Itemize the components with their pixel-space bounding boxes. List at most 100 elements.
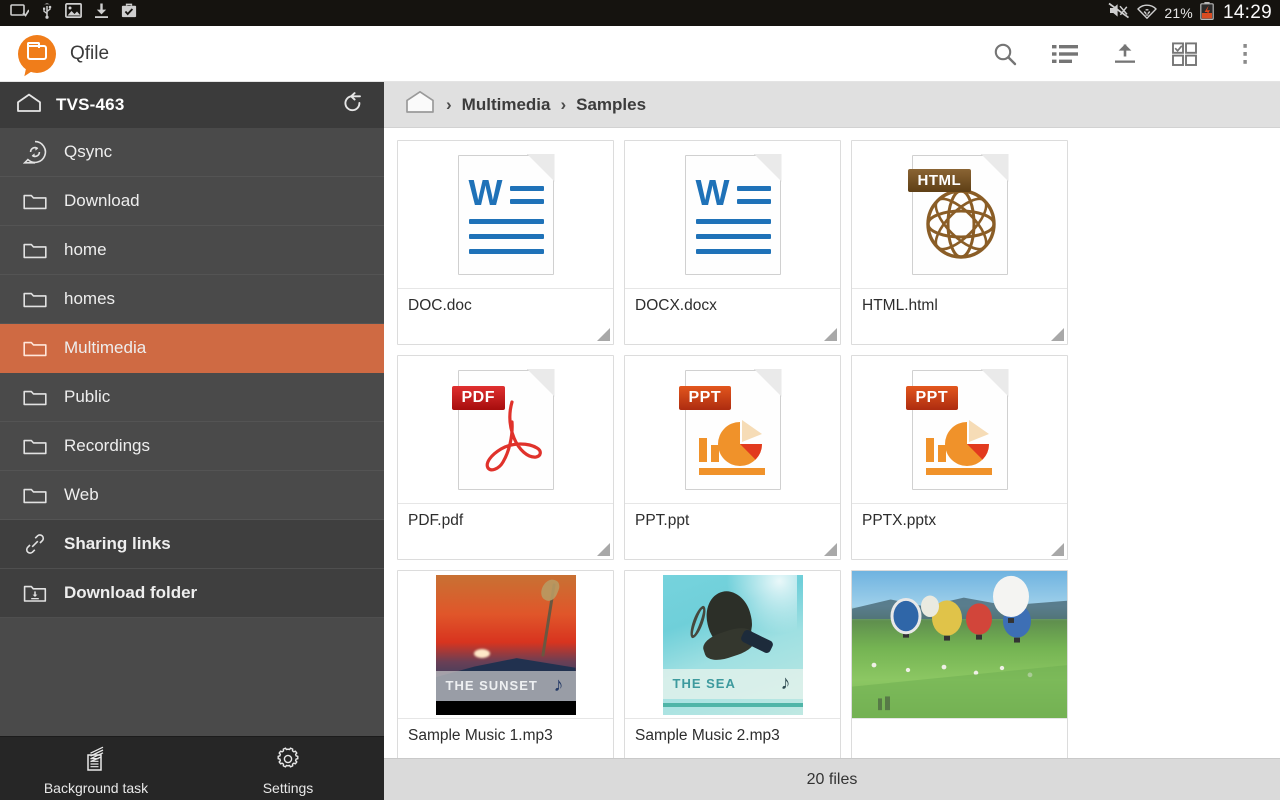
word-file-icon: W <box>457 153 555 275</box>
folder-icon <box>22 335 48 361</box>
wifi-icon <box>1137 2 1158 24</box>
pdf-badge-label: PDF <box>451 385 505 410</box>
sidebar-item-recordings[interactable]: Recordings <box>0 422 384 471</box>
file-card[interactable]: THE SEA ♪ Sample Music 2.mp3 <box>624 570 841 758</box>
usb-icon <box>41 2 53 24</box>
sidebar-item-label: home <box>64 240 107 259</box>
file-detail-corner-handle[interactable] <box>1051 543 1064 556</box>
overflow-menu-icon[interactable] <box>1230 39 1260 69</box>
link-icon <box>22 531 48 557</box>
powerpoint-file-icon: PPT <box>678 368 782 490</box>
folder-icon <box>22 482 48 508</box>
briefcase-check-icon <box>121 3 137 23</box>
breadcrumb-separator: › <box>446 94 452 114</box>
search-icon[interactable] <box>990 39 1020 69</box>
file-detail-corner-handle[interactable] <box>1051 328 1064 341</box>
sidebar-item-home[interactable]: home <box>0 226 384 275</box>
file-detail-corner-handle[interactable] <box>824 543 837 556</box>
file-name-label: DOCX.docx <box>625 288 840 344</box>
file-thumbnail: PPT <box>852 356 1067 503</box>
breadcrumb-item-samples[interactable]: Samples <box>576 95 646 115</box>
sidebar-header-left: TVS-463 <box>16 93 125 118</box>
breadcrumb-item-multimedia[interactable]: Multimedia <box>462 95 551 115</box>
logout-icon[interactable] <box>340 91 368 119</box>
status-bar-right-icons: 21% 14:29 <box>1108 1 1272 25</box>
app-title: Qfile <box>70 42 110 64</box>
sidebar-item-label: Qsync <box>64 142 113 161</box>
file-browser-content: › Multimedia › Samples W DOC.doc W DOCX.… <box>384 82 1280 800</box>
folder-icon <box>22 188 48 214</box>
file-card[interactable]: W DOCX.docx <box>624 140 841 345</box>
qfile-logo-icon <box>18 34 56 78</box>
file-detail-corner-handle[interactable] <box>824 328 837 341</box>
file-count-label: 20 files <box>806 770 858 788</box>
app-body: TVS-463 Qsync Download home homes Multim… <box>0 82 1280 800</box>
file-name-label: PPTX.pptx <box>852 503 1067 559</box>
background-task-button[interactable]: Background task <box>0 737 192 800</box>
sidebar-item-sharing-links[interactable]: Sharing links <box>0 520 384 569</box>
file-card[interactable]: THE SUNSET ♪ Sample Music 1.mp3 <box>397 570 614 758</box>
sidebar-item-label: Public <box>64 387 111 406</box>
settings-label: Settings <box>262 779 314 796</box>
sidebar-item-download-folder[interactable]: Download folder <box>0 569 384 618</box>
file-detail-corner-handle[interactable] <box>597 543 610 556</box>
file-thumbnail: W <box>398 141 613 288</box>
powerpoint-file-icon: PPT <box>905 368 1009 490</box>
navigation-sidebar: TVS-463 Qsync Download home homes Multim… <box>0 82 384 800</box>
folder-icon <box>22 433 48 459</box>
ppt-badge-label: PPT <box>678 385 732 410</box>
html-badge-label: HTML <box>907 168 972 192</box>
folder-download-icon <box>22 580 48 606</box>
sidebar-item-multimedia[interactable]: Multimedia <box>0 324 384 373</box>
home-icon[interactable] <box>404 90 436 119</box>
settings-button[interactable]: Settings <box>192 737 384 800</box>
android-status-bar: 21% 14:29 <box>0 0 1280 26</box>
sidebar-item-label: Download <box>64 191 140 210</box>
sidebar-item-download[interactable]: Download <box>0 177 384 226</box>
music-note-icon: ♪ <box>780 672 791 694</box>
album-title-label: THE SUNSET <box>445 678 538 693</box>
home-icon <box>16 93 42 118</box>
file-thumbnail: PPT <box>625 356 840 503</box>
multi-select-icon[interactable] <box>1170 39 1200 69</box>
list-view-icon[interactable] <box>1050 39 1080 69</box>
sidebar-bottom-bar: Background task Settings <box>0 736 384 800</box>
html-file-icon: HTML <box>907 153 1009 275</box>
file-card[interactable]: PPT PPTX.pptx <box>851 355 1068 560</box>
sidebar-item-web[interactable]: Web <box>0 471 384 520</box>
file-detail-corner-handle[interactable] <box>597 328 610 341</box>
file-card[interactable]: PDF PDF.pdf <box>397 355 614 560</box>
sidebar-item-public[interactable]: Public <box>0 373 384 422</box>
sidebar-item-homes[interactable]: homes <box>0 275 384 324</box>
file-card[interactable]: W DOC.doc <box>397 140 614 345</box>
app-brand: Qfile <box>18 34 110 78</box>
status-bar-left-icons <box>10 2 137 24</box>
album-title-label: THE SEA <box>672 676 736 691</box>
folder-icon <box>22 286 48 312</box>
file-card[interactable]: PPT PPT.ppt <box>624 355 841 560</box>
qfile-app-window: 21% 14:29 Qfile TVS-463 Qsync Download h… <box>0 0 1280 800</box>
app-action-bar: Qfile <box>0 26 1280 82</box>
sidebar-item-label: Multimedia <box>64 338 147 357</box>
gear-icon <box>275 746 301 775</box>
file-grid-scroll-area[interactable]: W DOC.doc W DOCX.docx HTML HTML.html PDF… <box>384 128 1280 758</box>
file-card[interactable] <box>851 570 1068 758</box>
breadcrumb: › Multimedia › Samples <box>384 82 1280 128</box>
upload-icon[interactable] <box>1110 39 1140 69</box>
sidebar-item-label: Sharing links <box>64 534 171 553</box>
download-icon <box>94 3 109 24</box>
file-thumbnail: W <box>625 141 840 288</box>
sidebar-item-qsync[interactable]: Qsync <box>0 128 384 177</box>
action-bar-buttons <box>990 39 1266 69</box>
file-thumbnail <box>852 571 1067 718</box>
file-grid: W DOC.doc W DOCX.docx HTML HTML.html PDF… <box>397 140 1267 758</box>
folder-icon <box>22 237 48 263</box>
word-file-icon: W <box>684 153 782 275</box>
ppt-badge-label: PPT <box>905 385 959 410</box>
background-task-label: Background task <box>43 779 149 796</box>
sidebar-item-label: Recordings <box>64 436 150 455</box>
sidebar-header[interactable]: TVS-463 <box>0 82 384 128</box>
file-name-label: PPT.ppt <box>625 503 840 559</box>
file-thumbnail: HTML <box>852 141 1067 288</box>
file-card[interactable]: HTML HTML.html <box>851 140 1068 345</box>
